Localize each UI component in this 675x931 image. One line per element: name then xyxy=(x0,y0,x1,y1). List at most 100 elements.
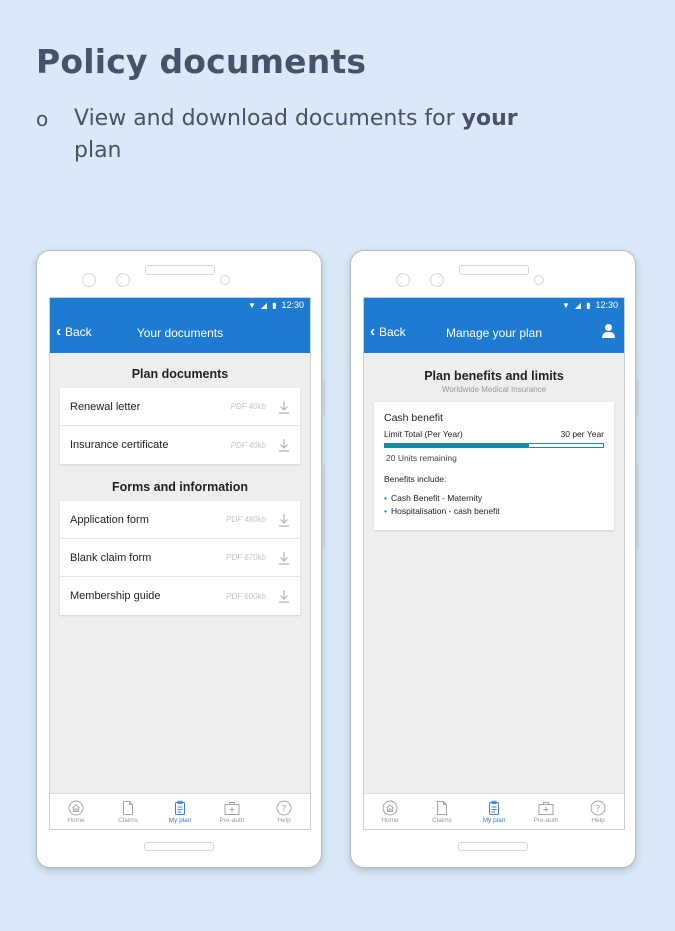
document-size: PDF 480kb xyxy=(226,515,266,524)
phone-frame-documents: ▼ ◢ ▮ 12:30 ‹ Back Your documents Plan docum… xyxy=(36,250,325,868)
document-name: Application form xyxy=(70,513,149,526)
app-title: Your documents xyxy=(136,326,224,340)
document-size: PDF 670kb xyxy=(226,553,266,562)
volume-button xyxy=(322,379,325,415)
plan-subtitle: Worldwide Medical Insurance xyxy=(441,385,547,394)
document-name: Renewal letter xyxy=(70,400,141,413)
bullet-text: View and download documents for your pla… xyxy=(74,106,518,163)
section-title: Plan documents xyxy=(131,367,229,381)
help-icon: ? xyxy=(590,800,606,815)
clipboard-icon xyxy=(175,800,185,815)
document-row[interactable]: Application form PDF 480kb xyxy=(60,501,300,539)
nav-home[interactable]: Home xyxy=(54,800,98,824)
documents-screen: ▼ ◢ ▮ 12:30 ‹ Back Your documents Plan docum… xyxy=(49,297,311,830)
bullet-dot-icon: • xyxy=(384,506,387,516)
download-icon[interactable] xyxy=(278,589,290,603)
download-icon[interactable] xyxy=(278,551,290,565)
document-size: PDF 40kb xyxy=(230,402,266,411)
medical-kit-icon xyxy=(538,801,554,815)
list-item: • Hospitalisation - cash benefit xyxy=(384,506,500,516)
plan-screen: ▼ ◢ ▮ 12:30 ‹ Back Manage your plan Plan ben… xyxy=(363,297,625,830)
speaker-grille xyxy=(145,265,215,275)
home-icon xyxy=(68,800,84,815)
download-icon[interactable] xyxy=(278,513,290,527)
help-icon: ? xyxy=(276,800,292,815)
document-row[interactable]: Renewal letter PDF 40kb xyxy=(60,388,300,426)
download-icon[interactable] xyxy=(278,438,290,452)
document-row[interactable]: Membership guide PDF 600kb xyxy=(60,577,300,615)
svg-text:?: ? xyxy=(282,804,287,814)
usage-progress-fill xyxy=(385,444,529,447)
home-button[interactable] xyxy=(144,842,214,851)
benefit-card[interactable]: Cash benefit Limit Total (Per Year) 30 p… xyxy=(374,402,614,530)
speaker-grille xyxy=(459,265,529,275)
user-icon[interactable] xyxy=(601,324,615,340)
app-bar: ‹ Back Your documents xyxy=(50,313,310,353)
plan-title: Plan benefits and limits xyxy=(424,369,564,383)
nav-pre-auth[interactable]: Pre-auth xyxy=(210,800,254,824)
camera-icon xyxy=(116,273,130,287)
units-remaining: 20 Units remaining xyxy=(386,453,457,463)
phone-frame-plan: ▼ ◢ ▮ 12:30 ‹ Back Manage your plan Plan ben… xyxy=(350,250,639,868)
medical-kit-icon xyxy=(224,801,240,815)
document-size: PDF 600kb xyxy=(226,591,266,601)
document-name: Membership guide xyxy=(70,590,161,602)
battery-icon: ▮ xyxy=(272,301,277,310)
light-sensor-icon xyxy=(220,275,230,285)
nav-home[interactable]: Home xyxy=(368,800,412,824)
wifi-icon: ▼ xyxy=(247,301,256,310)
usage-progress-bar xyxy=(384,443,604,448)
bullet-marker: o xyxy=(36,107,49,131)
limit-label: Limit Total (Per Year) xyxy=(384,429,463,439)
document-row[interactable]: Blank claim form PDF 670kb xyxy=(60,539,300,577)
document-icon xyxy=(437,800,447,815)
bullet-dot-icon: • xyxy=(384,493,387,503)
svg-text:?: ? xyxy=(596,804,601,814)
includes-list: • Cash Benefit - Maternity • Hospitalisati… xyxy=(384,492,604,518)
documents-list: Application form PDF 480kb Blank claim f… xyxy=(60,501,300,615)
status-bar: ▼ ◢ ▮ 12:30 xyxy=(364,298,624,313)
plan-header: Plan benefits and limits Worldwide Medic… xyxy=(364,353,624,394)
nav-claims[interactable]: Claims xyxy=(106,800,150,824)
bottom-nav: Home Claims My plan Pre-auth ? Help xyxy=(364,793,624,829)
battery-icon: ▮ xyxy=(586,301,591,310)
nav-my-plan[interactable]: My plan xyxy=(472,800,516,824)
home-icon xyxy=(382,800,398,815)
app-bar: ‹ Back Manage your plan xyxy=(364,313,624,353)
home-button[interactable] xyxy=(458,842,528,851)
app-title: Manage your plan xyxy=(445,326,543,340)
page-title: Policy documents xyxy=(36,42,367,81)
volume-button xyxy=(636,379,639,415)
document-size: PDF 40kb xyxy=(230,440,266,450)
limit-row: Limit Total (Per Year) 30 per Year xyxy=(384,429,604,439)
document-icon xyxy=(123,800,133,815)
sensor-icon xyxy=(396,273,410,287)
list-item: • Cash Benefit - Maternity xyxy=(384,493,483,503)
signal-icon: ◢ xyxy=(260,301,268,310)
document-name: Insurance certificate xyxy=(70,439,169,451)
signal-icon: ◢ xyxy=(574,301,582,310)
nav-help[interactable]: ? Help xyxy=(262,800,306,824)
document-row[interactable]: Insurance certificate PDF 40kb xyxy=(60,426,300,464)
bullet-item: o View and download documents for your p… xyxy=(36,103,534,167)
includes-label: Benefits include: xyxy=(384,474,447,484)
nav-help[interactable]: ? Help xyxy=(576,800,620,824)
bullet-bold-text: your xyxy=(461,106,518,131)
power-button xyxy=(636,465,639,549)
bottom-nav: Home Claims My plan Pre-auth ? Help xyxy=(50,793,310,829)
camera-icon xyxy=(430,273,444,287)
documents-list: Renewal letter PDF 40kb Insurance certif… xyxy=(60,388,300,464)
nav-claims[interactable]: Claims xyxy=(420,800,464,824)
status-time: 12:30 xyxy=(281,300,304,310)
status-time: 12:30 xyxy=(595,300,618,310)
nav-my-plan[interactable]: My plan xyxy=(158,800,202,824)
power-button xyxy=(322,465,325,549)
sensor-icon xyxy=(82,273,96,287)
download-icon[interactable] xyxy=(278,400,290,414)
limit-value: 30 per Year xyxy=(560,429,604,439)
benefit-name: Cash benefit xyxy=(384,412,443,424)
clipboard-icon xyxy=(489,800,499,815)
nav-pre-auth[interactable]: Pre-auth xyxy=(524,800,568,824)
section-title: Forms and information xyxy=(111,480,249,494)
wifi-icon: ▼ xyxy=(561,301,570,310)
